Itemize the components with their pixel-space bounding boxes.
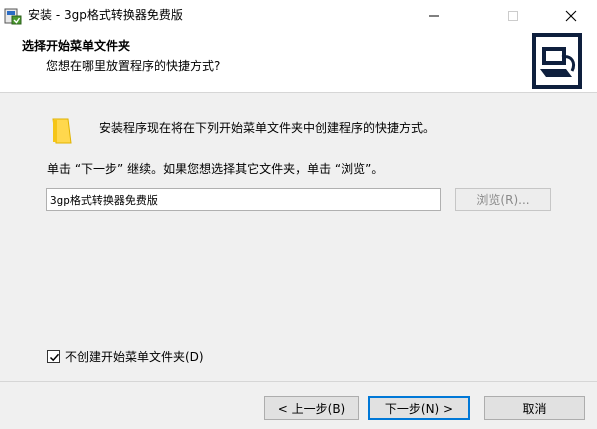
wizard-header: 选择开始菜单文件夹 您想在哪里放置程序的快捷方式? (0, 30, 597, 92)
footer-divider (0, 381, 597, 382)
cancel-button[interactable]: 取消 (484, 396, 585, 420)
maximize-button (490, 0, 536, 30)
page-subtitle: 您想在哪里放置程序的快捷方式? (46, 59, 221, 73)
minimize-button[interactable] (411, 0, 457, 30)
start-menu-folder-input[interactable] (46, 188, 441, 211)
checkmark-icon (49, 353, 60, 362)
installer-app-icon (4, 7, 22, 25)
header-divider (0, 92, 597, 93)
info-text: 安装程序现在将在下列开始菜单文件夹中创建程序的快捷方式。 (99, 121, 436, 135)
close-icon (565, 10, 577, 22)
no-start-menu-folder-checkbox[interactable] (47, 350, 60, 363)
minimize-icon (429, 15, 439, 17)
window-title: 安装 - 3gp格式转换器免费版 (28, 8, 183, 22)
close-button[interactable] (548, 0, 594, 30)
folder-icon (50, 117, 74, 145)
title-bar: 安装 - 3gp格式转换器免费版 (0, 0, 597, 30)
installer-computer-icon (532, 33, 582, 89)
checkbox-label: 不创建开始菜单文件夹(D) (65, 350, 204, 364)
instruction-text: 单击 “下一步” 继续。如果您想选择其它文件夹，单击 “浏览”。 (47, 162, 384, 176)
next-button[interactable]: 下一步(N) > (368, 396, 470, 420)
page-title: 选择开始菜单文件夹 (22, 39, 131, 53)
browse-button: 浏览(R)... (455, 188, 551, 211)
back-button[interactable]: < 上一步(B) (264, 396, 359, 420)
maximize-icon (508, 11, 518, 21)
